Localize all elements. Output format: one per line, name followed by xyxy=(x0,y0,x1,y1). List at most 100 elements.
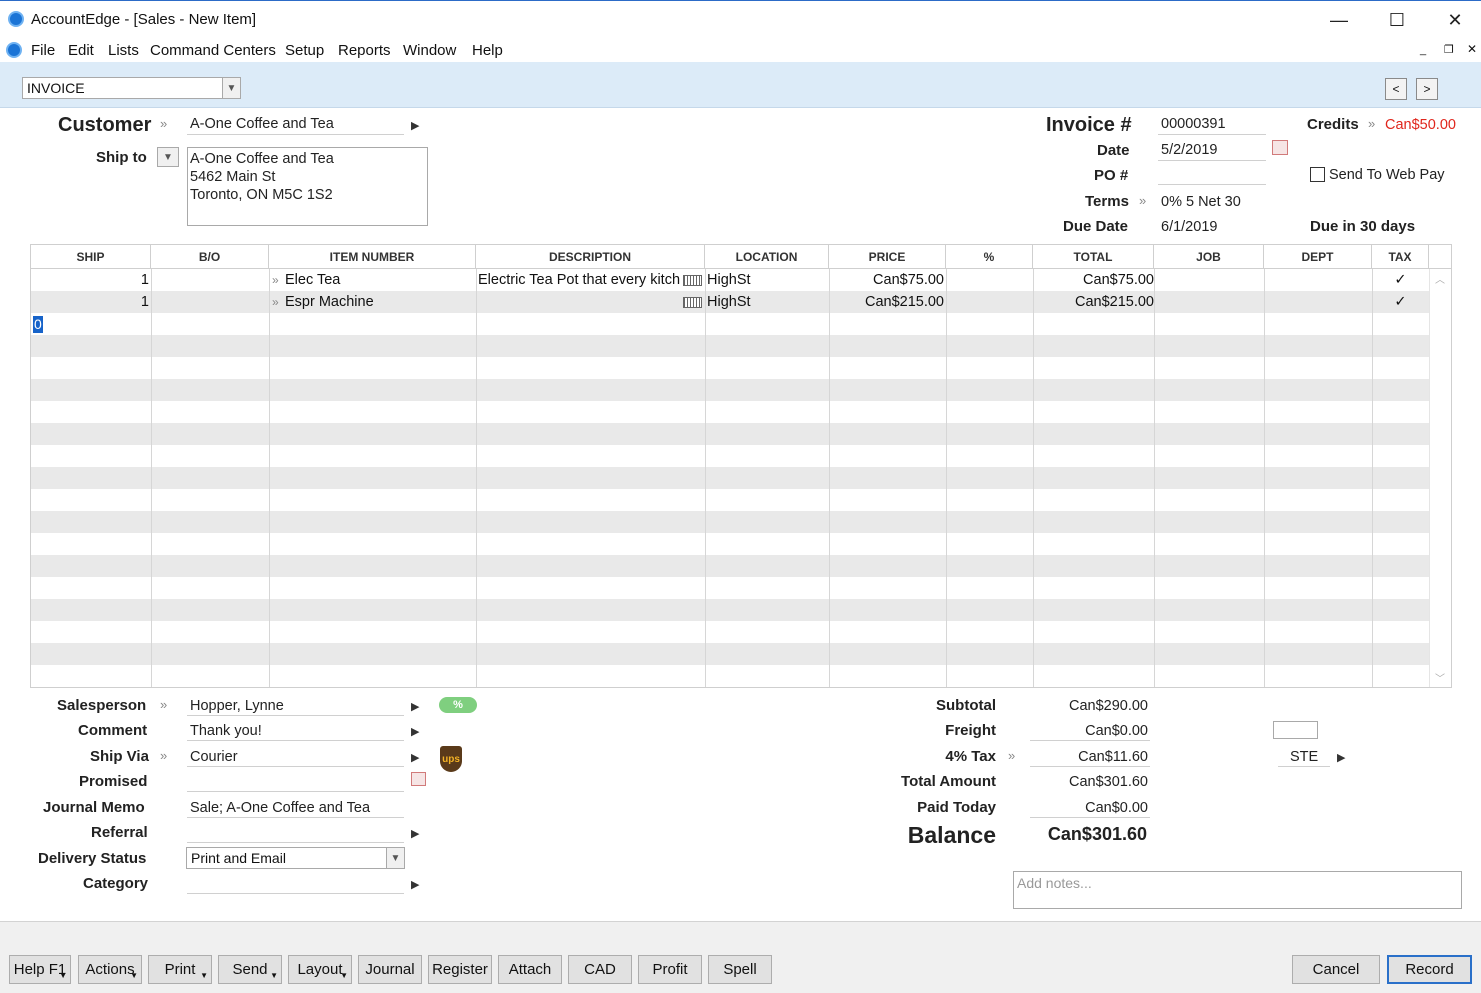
ups-icon[interactable]: ups xyxy=(440,746,462,772)
delivery-status-select[interactable]: Print and Email ▼ xyxy=(186,847,405,869)
customer-zoom-icon[interactable]: » xyxy=(160,116,167,131)
ship-via-detail-arrow-icon[interactable]: ▶ xyxy=(411,751,419,764)
table-row[interactable] xyxy=(31,379,1429,401)
register-button[interactable]: Register xyxy=(428,955,492,984)
cell-ship[interactable]: 1 xyxy=(31,291,149,313)
cell-bo[interactable] xyxy=(151,291,269,313)
credits-zoom-icon[interactable]: » xyxy=(1368,116,1375,131)
col-percent[interactable]: % xyxy=(946,245,1033,269)
layout-select[interactable]: INVOICE ▼ xyxy=(22,77,241,99)
actions-button[interactable]: Actions ▼ xyxy=(78,955,142,984)
menu-lists[interactable]: Lists xyxy=(108,42,139,59)
table-row[interactable] xyxy=(31,621,1429,643)
journal-button[interactable]: Journal xyxy=(358,955,422,984)
freight-field[interactable]: Can$0.00 xyxy=(1030,720,1150,741)
table-row[interactable] xyxy=(31,401,1429,423)
layout-button[interactable]: Layout ▼ xyxy=(288,955,352,984)
customer-field[interactable]: A-One Coffee and Tea xyxy=(187,114,404,135)
line-item-row-2[interactable]: 1 » Espr Machine HighSt Can$215.00 Can$2… xyxy=(31,291,1429,313)
col-location[interactable]: LOCATION xyxy=(705,245,829,269)
ship-to-dropdown-button[interactable]: ▼ xyxy=(157,147,179,167)
po-number-field[interactable] xyxy=(1158,164,1266,185)
table-row[interactable] xyxy=(31,445,1429,467)
category-detail-arrow-icon[interactable]: ▶ xyxy=(411,878,419,891)
item-zoom-icon[interactable]: » xyxy=(272,291,279,313)
customer-detail-arrow-icon[interactable]: ▶ xyxy=(411,119,419,132)
menu-help[interactable]: Help xyxy=(472,42,503,59)
cancel-button[interactable]: Cancel xyxy=(1292,955,1380,984)
mdi-restore-icon[interactable]: ❐ xyxy=(1444,43,1454,56)
profit-button[interactable]: Profit xyxy=(638,955,702,984)
comment-field[interactable]: Thank you! xyxy=(187,720,404,741)
spell-button[interactable]: Spell xyxy=(708,955,772,984)
menu-file[interactable]: File xyxy=(31,42,55,59)
table-row[interactable] xyxy=(31,533,1429,555)
cell-price[interactable]: Can$75.00 xyxy=(829,269,944,291)
salesperson-zoom-icon[interactable]: » xyxy=(160,697,167,712)
cell-location[interactable]: HighSt xyxy=(707,291,827,313)
comment-detail-arrow-icon[interactable]: ▶ xyxy=(411,725,419,738)
table-row[interactable] xyxy=(31,467,1429,489)
table-row[interactable] xyxy=(31,511,1429,533)
calendar-icon[interactable] xyxy=(1272,140,1288,155)
maximize-button[interactable]: ☐ xyxy=(1374,5,1420,35)
tax-field[interactable]: Can$11.60 xyxy=(1030,746,1150,767)
cell-total[interactable]: Can$215.00 xyxy=(1033,291,1154,313)
date-field[interactable]: 5/2/2019 xyxy=(1158,140,1266,161)
send-to-web-pay-checkbox[interactable] xyxy=(1310,167,1325,182)
menu-edit[interactable]: Edit xyxy=(68,42,94,59)
cell-description[interactable] xyxy=(478,291,680,313)
col-dept[interactable]: DEPT xyxy=(1264,245,1372,269)
record-button[interactable]: Record xyxy=(1387,955,1472,984)
ship-via-field[interactable]: Courier xyxy=(187,746,404,767)
cad-button[interactable]: CAD xyxy=(568,955,632,984)
tax-zoom-icon[interactable]: » xyxy=(1008,748,1015,763)
col-total[interactable]: TOTAL xyxy=(1033,245,1154,269)
col-ship[interactable]: SHIP xyxy=(31,245,151,269)
col-price[interactable]: PRICE xyxy=(829,245,946,269)
scroll-down-icon[interactable]: ﹀ xyxy=(1435,670,1445,685)
invoice-number-field[interactable]: 00000391 xyxy=(1158,114,1266,135)
scroll-up-icon[interactable]: ︿ xyxy=(1435,271,1445,286)
prev-record-button[interactable]: < xyxy=(1385,78,1407,100)
menu-setup[interactable]: Setup xyxy=(285,42,324,59)
cell-dept[interactable] xyxy=(1264,291,1372,313)
cell-tax[interactable]: ✓ xyxy=(1372,291,1429,313)
help-button[interactable]: Help F1 ▼ xyxy=(9,955,71,984)
promised-date-field[interactable] xyxy=(187,771,404,792)
col-tax[interactable]: TAX xyxy=(1372,245,1429,269)
ship-to-address-textarea[interactable]: A-One Coffee and Tea 5462 Main St Toront… xyxy=(187,147,428,226)
tax-code-field[interactable]: STE xyxy=(1278,746,1330,767)
promised-calendar-icon[interactable] xyxy=(411,772,426,786)
print-button[interactable]: Print ▼ xyxy=(148,955,212,984)
menu-reports[interactable]: Reports xyxy=(338,42,391,59)
terms-zoom-icon[interactable]: » xyxy=(1139,193,1146,208)
cell-ship[interactable]: 1 xyxy=(31,269,149,291)
cell-item-number[interactable]: Espr Machine xyxy=(285,291,475,313)
referral-detail-arrow-icon[interactable]: ▶ xyxy=(411,827,419,840)
cell-location[interactable]: HighSt xyxy=(707,269,827,291)
cell-total[interactable]: Can$75.00 xyxy=(1033,269,1154,291)
col-description[interactable]: DESCRIPTION xyxy=(476,245,705,269)
commission-badge-icon[interactable]: % xyxy=(439,697,477,713)
table-row[interactable] xyxy=(31,357,1429,379)
freight-tax-code-field[interactable] xyxy=(1273,721,1318,739)
minimize-button[interactable]: — xyxy=(1316,5,1362,35)
table-row[interactable] xyxy=(31,423,1429,445)
table-row[interactable] xyxy=(31,555,1429,577)
table-row[interactable] xyxy=(31,313,1429,335)
col-bo[interactable]: B/O xyxy=(151,245,269,269)
cell-description[interactable]: Electric Tea Pot that every kitch xyxy=(478,269,680,291)
app-menu-icon[interactable] xyxy=(6,42,22,58)
keyboard-icon[interactable] xyxy=(682,269,702,291)
line-item-row-1[interactable]: 1 » Elec Tea Electric Tea Pot that every… xyxy=(31,269,1429,291)
col-item-number[interactable]: ITEM NUMBER xyxy=(269,245,476,269)
cell-percent[interactable] xyxy=(946,269,1031,291)
ship-via-zoom-icon[interactable]: » xyxy=(160,748,167,763)
table-row[interactable] xyxy=(31,577,1429,599)
table-row[interactable] xyxy=(31,489,1429,511)
attach-button[interactable]: Attach xyxy=(498,955,562,984)
category-field[interactable] xyxy=(187,873,404,894)
notes-textarea[interactable]: Add notes... xyxy=(1013,871,1462,909)
cell-dept[interactable] xyxy=(1264,269,1372,291)
